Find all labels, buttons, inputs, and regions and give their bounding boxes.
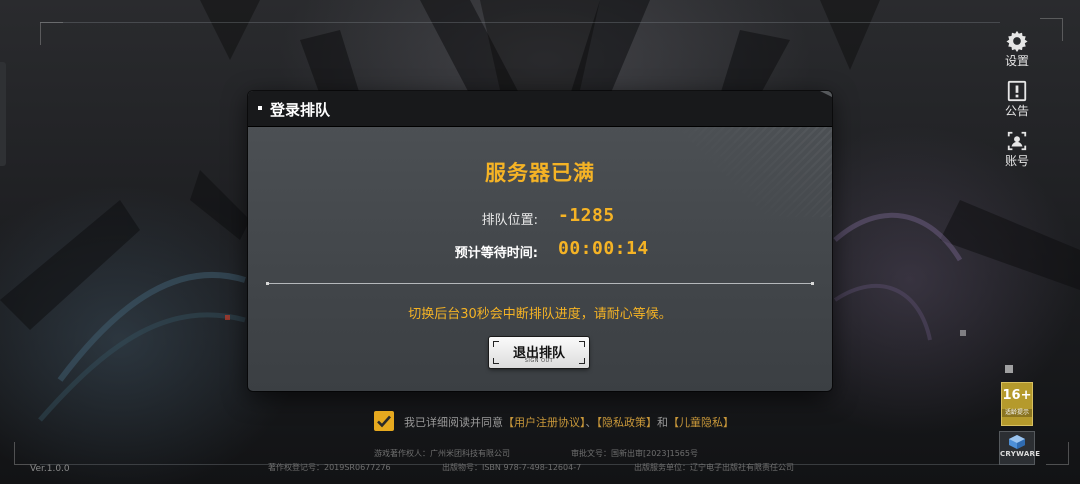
wait-time-label: 预计等待时间: xyxy=(454,246,538,261)
agreement-and: 和 xyxy=(657,416,668,429)
logo-text: CRYWARE xyxy=(1000,450,1041,458)
frame-corner xyxy=(1046,442,1069,465)
account-label: 账号 xyxy=(1004,154,1029,168)
privacy-policy-link[interactable]: 【隐私政策】 xyxy=(597,416,658,429)
user-agreement-link[interactable]: 【用户注册协议】 xyxy=(503,416,586,429)
server-full-headline: 服务器已满 xyxy=(485,161,595,185)
exit-queue-button[interactable]: 退出排队 SIGN OUT xyxy=(489,337,589,368)
credit-approval-no: 审批文号：国新出审[2023]1565号 xyxy=(571,449,698,458)
login-screen: 设置 公告 账号 登录排队 服务器已满 排队位置: -1285 预计等待时间: … xyxy=(0,0,1080,484)
frame-corner xyxy=(1040,18,1063,41)
checkmark-icon xyxy=(377,415,391,428)
frame-corner xyxy=(14,442,37,465)
settings-label: 设置 xyxy=(1004,54,1029,68)
age-rating-text: 适龄提示 xyxy=(1002,409,1032,417)
notice-button[interactable]: 公告 xyxy=(1000,80,1034,118)
divider xyxy=(266,282,814,285)
age-rating-number: 16+ xyxy=(1002,388,1032,403)
child-privacy-link[interactable]: 【儿童隐私】 xyxy=(668,416,734,429)
age-rating-badge[interactable]: 16+ 适龄提示 xyxy=(1001,382,1033,426)
queue-notice-text: 切换后台30秒会中断排队进度，请耐心等候。 xyxy=(408,307,672,322)
login-queue-dialog: 登录排队 服务器已满 排队位置: -1285 预计等待时间: 00:00:14 … xyxy=(248,91,832,391)
exit-queue-sublabel: SIGN OUT xyxy=(524,358,554,364)
queue-position-value: -1285 xyxy=(558,205,615,226)
dialog-title: 登录排队 xyxy=(270,101,331,119)
header-corner-decoration xyxy=(820,91,832,97)
credit-publication-no: 出版物号：ISBN 978-7-498-12604-7 xyxy=(442,463,582,472)
queue-position-label: 排队位置: xyxy=(481,213,538,228)
agreement-text: 我已详细阅读并同意【用户注册协议】、【隐私政策】和【儿童隐私】 xyxy=(404,414,734,430)
version-label: Ver.1.0.0 xyxy=(30,464,70,474)
settings-button[interactable]: 设置 xyxy=(1000,30,1034,68)
notice-icon xyxy=(1007,80,1027,102)
side-drawer-handle[interactable] xyxy=(0,62,6,166)
title-bullet-icon xyxy=(258,106,262,110)
notice-label: 公告 xyxy=(1004,104,1029,118)
wait-time-value: 00:00:14 xyxy=(558,238,649,259)
agreement-prefix: 我已详细阅读并同意 xyxy=(404,416,503,429)
agreement-checkbox[interactable] xyxy=(374,411,394,431)
frame-corner xyxy=(40,22,63,45)
dialog-header: 登录排队 xyxy=(248,91,832,127)
credit-software-reg: 著作权登记号：2019SR0677276 xyxy=(268,463,391,472)
cryware-logo: CRYWARE xyxy=(999,431,1041,465)
credit-publisher: 出版服务单位：辽宁电子出版社有限责任公司 xyxy=(634,463,794,472)
account-button[interactable]: 账号 xyxy=(1000,130,1034,168)
cube-logo-icon xyxy=(1009,435,1025,449)
account-icon xyxy=(1007,131,1027,151)
gear-icon xyxy=(1006,30,1028,52)
credit-copyright-owner: 游戏著作权人：广州米团科技有限公司 xyxy=(374,449,510,458)
agreement-separator: 、 xyxy=(585,416,597,429)
frame-line-top xyxy=(40,22,1000,23)
